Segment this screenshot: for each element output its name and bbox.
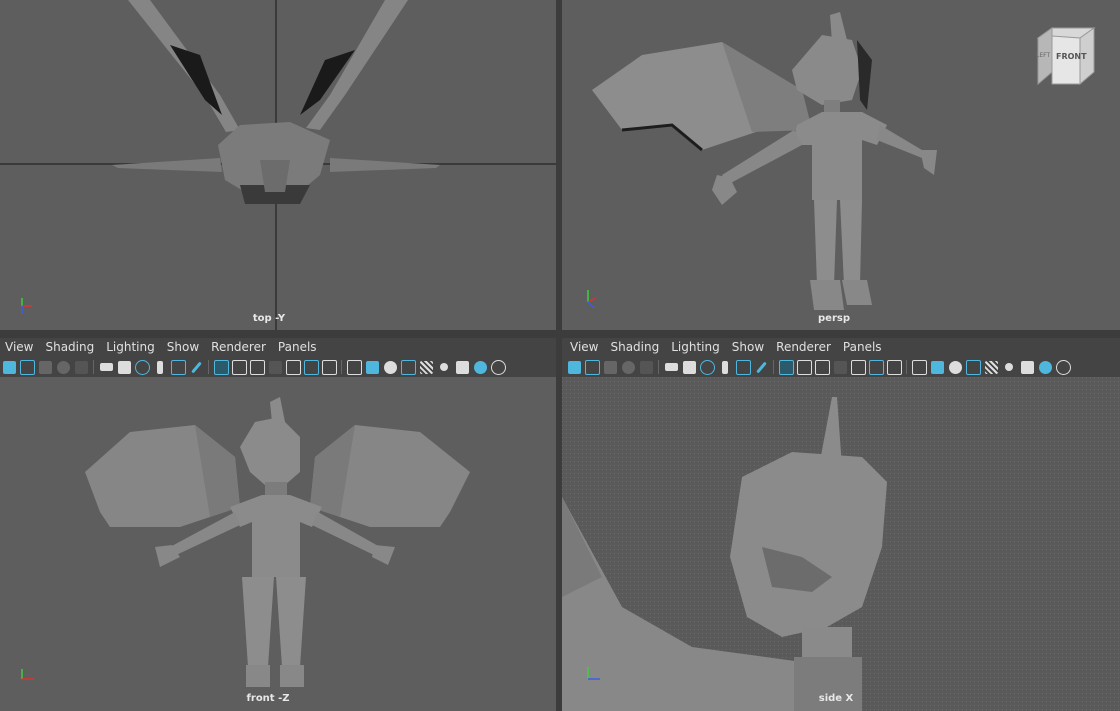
film-gate-icon[interactable] <box>230 358 248 376</box>
view-cube[interactable]: FRONT LEFT <box>1032 26 1098 92</box>
toolbar-separator <box>341 360 342 374</box>
motion-blur-icon[interactable] <box>489 358 507 376</box>
axis-indicator <box>14 292 44 322</box>
grease-pencil-icon[interactable] <box>637 358 655 376</box>
toolbar-separator <box>93 360 94 374</box>
panel-menubar-right: View Shading Lighting Show Renderer Pane… <box>565 338 1120 356</box>
viewport-label: side X <box>818 693 854 704</box>
resolution-gate-icon[interactable] <box>813 358 831 376</box>
viewport-label: top -Y <box>252 313 286 324</box>
wireframe-icon[interactable] <box>910 358 928 376</box>
toolbar-separator <box>658 360 659 374</box>
toolbar-separator <box>906 360 907 374</box>
pencil-icon[interactable] <box>752 358 770 376</box>
safe-title-icon[interactable] <box>320 358 338 376</box>
menu-show[interactable]: Show <box>162 340 206 354</box>
menu-lighting[interactable]: Lighting <box>666 340 727 354</box>
lights-icon[interactable] <box>435 358 453 376</box>
side-view-scene <box>562 377 1120 711</box>
menu-panels[interactable]: Panels <box>838 340 889 354</box>
two-d-pan-icon[interactable] <box>698 358 716 376</box>
menu-view[interactable]: View <box>0 340 40 354</box>
camera-icon[interactable] <box>97 358 115 376</box>
viewport-persp[interactable]: FRONT LEFT persp <box>562 0 1120 330</box>
axis-indicator <box>14 659 44 689</box>
bookmark-icon[interactable] <box>716 358 734 376</box>
bookmarks-icon[interactable] <box>36 358 54 376</box>
camera-attributes-icon[interactable] <box>18 358 36 376</box>
view-cube-front-label: FRONT <box>1056 52 1087 61</box>
textured-icon[interactable] <box>417 358 435 376</box>
viewport-top[interactable]: top -Y <box>0 0 556 330</box>
wireframe-on-shaded-icon[interactable] <box>399 358 417 376</box>
panel-menubar-left: View Shading Lighting Show Renderer Pane… <box>0 338 556 356</box>
axis-indicator <box>580 659 610 689</box>
film-gate-icon[interactable] <box>795 358 813 376</box>
menu-panels[interactable]: Panels <box>273 340 324 354</box>
two-d-pan-icon[interactable] <box>133 358 151 376</box>
viewport-side[interactable]: side X <box>562 377 1120 711</box>
select-camera-icon[interactable] <box>0 358 18 376</box>
ambient-occlusion-icon[interactable] <box>471 358 489 376</box>
view-cube-left-label: LEFT <box>1036 52 1051 59</box>
bookmarks-icon[interactable] <box>601 358 619 376</box>
ambient-occlusion-icon[interactable] <box>1036 358 1054 376</box>
field-chart-icon[interactable] <box>284 358 302 376</box>
viewport-divider-vertical[interactable] <box>556 0 562 711</box>
axis-indicator <box>580 282 610 312</box>
camera-attributes-icon[interactable] <box>583 358 601 376</box>
smooth-shade-icon[interactable] <box>928 358 946 376</box>
image-plane-icon[interactable] <box>54 358 72 376</box>
panel-toolbar-left <box>0 357 556 377</box>
gate-icon[interactable] <box>734 358 752 376</box>
grid-icon[interactable] <box>777 358 795 376</box>
toolbar-separator <box>773 360 774 374</box>
menu-renderer[interactable]: Renderer <box>206 340 273 354</box>
default-material-icon[interactable] <box>946 358 964 376</box>
lights-icon[interactable] <box>1000 358 1018 376</box>
toolbar-separator <box>208 360 209 374</box>
gate-mask-icon[interactable] <box>831 358 849 376</box>
viewport-label: persp <box>818 313 850 324</box>
safe-action-icon[interactable] <box>302 358 320 376</box>
viewport-front[interactable]: front -Z <box>0 377 556 711</box>
default-material-icon[interactable] <box>381 358 399 376</box>
select-camera-icon[interactable] <box>565 358 583 376</box>
shadows-icon[interactable] <box>453 358 471 376</box>
grease-pencil-icon[interactable] <box>72 358 90 376</box>
gate-icon[interactable] <box>169 358 187 376</box>
snapshot-icon[interactable] <box>115 358 133 376</box>
menu-show[interactable]: Show <box>727 340 771 354</box>
viewport-divider-horizontal[interactable] <box>0 330 1120 338</box>
gate-mask-icon[interactable] <box>266 358 284 376</box>
textured-icon[interactable] <box>982 358 1000 376</box>
motion-blur-icon[interactable] <box>1054 358 1072 376</box>
snapshot-icon[interactable] <box>680 358 698 376</box>
menu-shading[interactable]: Shading <box>40 340 101 354</box>
pencil-icon[interactable] <box>187 358 205 376</box>
shadows-icon[interactable] <box>1018 358 1036 376</box>
smooth-shade-icon[interactable] <box>363 358 381 376</box>
menu-lighting[interactable]: Lighting <box>101 340 162 354</box>
wireframe-icon[interactable] <box>345 358 363 376</box>
camera-icon[interactable] <box>662 358 680 376</box>
field-chart-icon[interactable] <box>849 358 867 376</box>
image-plane-icon[interactable] <box>619 358 637 376</box>
safe-action-icon[interactable] <box>867 358 885 376</box>
panel-toolbar-right <box>565 357 1120 377</box>
grid-icon[interactable] <box>212 358 230 376</box>
viewport-label: front -Z <box>246 693 290 704</box>
safe-title-icon[interactable] <box>885 358 903 376</box>
bookmark-icon[interactable] <box>151 358 169 376</box>
front-view-scene <box>85 397 470 687</box>
resolution-gate-icon[interactable] <box>248 358 266 376</box>
top-view-scene <box>0 0 556 330</box>
wireframe-on-shaded-icon[interactable] <box>964 358 982 376</box>
menu-shading[interactable]: Shading <box>605 340 666 354</box>
menu-view[interactable]: View <box>565 340 605 354</box>
maya-four-view-layout: top -Y FRONT LEFT persp View Shading Lig… <box>0 0 1120 711</box>
menu-renderer[interactable]: Renderer <box>771 340 838 354</box>
